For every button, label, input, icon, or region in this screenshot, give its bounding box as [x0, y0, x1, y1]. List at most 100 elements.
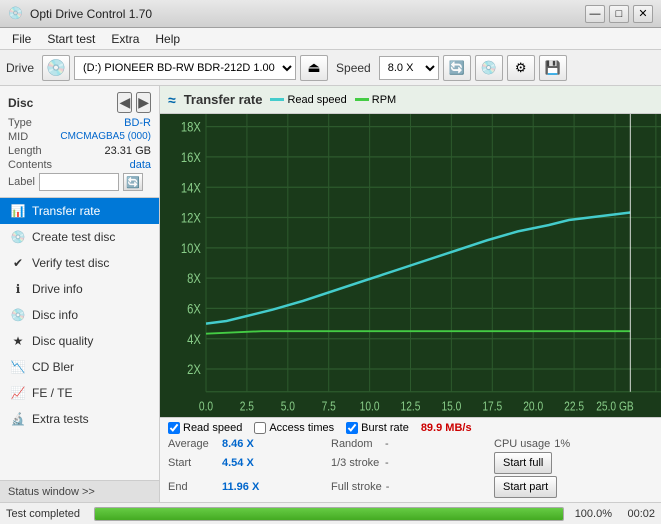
mid-key: MID: [8, 131, 28, 143]
drive-icon-button[interactable]: 💿: [42, 55, 70, 81]
access-times-checkbox[interactable]: [254, 422, 266, 434]
menu-help[interactable]: Help: [147, 30, 188, 48]
svg-text:20.0: 20.0: [523, 401, 543, 414]
minimize-button[interactable]: —: [585, 5, 605, 23]
status-window-bar[interactable]: Status window >>: [0, 480, 159, 502]
stats-grid: Average 8.46 X Random - CPU usage 1% Sta…: [168, 438, 653, 498]
read-speed-checkbox[interactable]: [168, 422, 180, 434]
chart-title: Transfer rate: [184, 92, 263, 107]
legend-rpm-color: [355, 98, 369, 101]
type-val: BD-R: [124, 117, 151, 129]
burst-rate-value: 89.9 MB/s: [421, 422, 472, 434]
status-text: Test completed: [6, 508, 86, 520]
random-label: Random: [331, 438, 381, 450]
cpu-row: CPU usage 1%: [494, 438, 653, 450]
read-speed-checkbox-item: Read speed: [168, 422, 242, 434]
full-stroke-val: -: [386, 481, 390, 493]
label-key: Label: [8, 176, 35, 188]
svg-text:4X: 4X: [187, 332, 201, 347]
menubar: File Start test Extra Help: [0, 28, 661, 50]
cd-bler-icon: 📉: [10, 359, 26, 375]
random-row: Random -: [331, 438, 490, 450]
legend-read-speed: Read speed: [270, 94, 346, 106]
stroke1-row: 1/3 stroke -: [331, 452, 490, 474]
label-refresh-button[interactable]: 🔄: [123, 173, 143, 191]
burst-rate-checkbox-item: Burst rate: [346, 422, 409, 434]
disc-length-row: Length 23.31 GB: [8, 145, 151, 157]
end-row: End 11.96 X: [168, 476, 327, 498]
end-val: 11.96 X: [222, 481, 259, 493]
content-area: ≈ Transfer rate Read speed RPM: [160, 86, 661, 502]
disc-panel: Disc ◀ ▶ Type BD-R MID CMCMAGBA5 (000) L…: [0, 86, 159, 198]
disc-type-row: Type BD-R: [8, 117, 151, 129]
save-button[interactable]: 💾: [539, 55, 567, 81]
start-part-button[interactable]: Start part: [494, 476, 557, 498]
nav-create-test-disc[interactable]: 💿 Create test disc: [0, 224, 159, 250]
svg-text:15.0: 15.0: [441, 401, 461, 414]
chart-area: 18X 16X 14X 12X 10X 8X 6X 4X 2X 0.0 2.5 …: [160, 114, 661, 417]
random-val: -: [385, 438, 389, 450]
start-val: 4.54 X: [222, 457, 254, 469]
nav-drive-info[interactable]: ℹ Drive info: [0, 276, 159, 302]
svg-text:12X: 12X: [181, 210, 202, 225]
close-button[interactable]: ✕: [633, 5, 653, 23]
menu-start-test[interactable]: Start test: [39, 30, 103, 48]
cpu-val: 1%: [554, 438, 570, 450]
disc-button[interactable]: 💿: [475, 55, 503, 81]
nav-cd-bler[interactable]: 📉 CD Bler: [0, 354, 159, 380]
drive-label: Drive: [6, 61, 34, 75]
svg-text:10X: 10X: [181, 241, 202, 256]
transfer-rate-icon: 📊: [10, 203, 26, 219]
speed-select[interactable]: 8.0 X: [379, 56, 439, 80]
settings-button[interactable]: ⚙: [507, 55, 535, 81]
svg-text:22.5: 22.5: [564, 401, 584, 414]
svg-text:25.0 GB: 25.0 GB: [596, 401, 634, 414]
nav-items: 📊 Transfer rate 💿 Create test disc ✔ Ver…: [0, 198, 159, 480]
disc-next-button[interactable]: ▶: [136, 92, 151, 113]
drive-select[interactable]: (D:) PIONEER BD-RW BDR-212D 1.00: [74, 56, 296, 80]
extra-tests-icon: 🔬: [10, 411, 26, 427]
create-test-icon: 💿: [10, 229, 26, 245]
speed-label: Speed: [336, 61, 371, 75]
type-key: Type: [8, 117, 32, 129]
svg-text:17.5: 17.5: [482, 401, 502, 414]
disc-mid-row: MID CMCMAGBA5 (000): [8, 131, 151, 143]
svg-text:2X: 2X: [187, 362, 201, 377]
average-val: 8.46 X: [222, 438, 254, 450]
maximize-button[interactable]: □: [609, 5, 629, 23]
nav-transfer-rate[interactable]: 📊 Transfer rate: [0, 198, 159, 224]
legend-rpm-label: RPM: [372, 94, 396, 106]
menu-extra[interactable]: Extra: [103, 30, 147, 48]
disc-prev-button[interactable]: ◀: [117, 92, 132, 113]
nav-extra-tests[interactable]: 🔬 Extra tests: [0, 406, 159, 432]
burst-rate-checkbox[interactable]: [346, 422, 358, 434]
menu-file[interactable]: File: [4, 30, 39, 48]
label-input[interactable]: [39, 173, 119, 191]
progress-bar-container: [94, 507, 564, 521]
time-text: 00:02: [620, 508, 655, 520]
nav-disc-info[interactable]: 💿 Disc info: [0, 302, 159, 328]
fe-te-icon: 📈: [10, 385, 26, 401]
checkboxes-row: Read speed Access times Burst rate 89.9 …: [168, 422, 653, 434]
burst-rate-cb-label: Burst rate: [361, 422, 409, 434]
svg-text:0.0: 0.0: [199, 401, 213, 414]
toolbar: Drive 💿 (D:) PIONEER BD-RW BDR-212D 1.00…: [0, 50, 661, 86]
nav-disc-quality[interactable]: ★ Disc quality: [0, 328, 159, 354]
legend-rpm: RPM: [355, 94, 396, 106]
full-stroke-row: Full stroke -: [331, 476, 490, 498]
start-full-button[interactable]: Start full: [494, 452, 552, 474]
bottom-bar: Test completed 100.0% 00:02: [0, 502, 661, 524]
main-container: Disc ◀ ▶ Type BD-R MID CMCMAGBA5 (000) L…: [0, 86, 661, 502]
chart-svg: 18X 16X 14X 12X 10X 8X 6X 4X 2X 0.0 2.5 …: [160, 114, 661, 417]
disc-contents-row: Contents data: [8, 159, 151, 171]
legend-read-label: Read speed: [287, 94, 346, 106]
average-row: Average 8.46 X: [168, 438, 327, 450]
svg-text:5.0: 5.0: [281, 401, 295, 414]
refresh-button[interactable]: 🔄: [443, 55, 471, 81]
nav-verify-test-disc[interactable]: ✔ Verify test disc: [0, 250, 159, 276]
stroke1-label: 1/3 stroke: [331, 457, 381, 469]
verify-test-icon: ✔: [10, 255, 26, 271]
eject-button[interactable]: ⏏: [300, 55, 328, 81]
read-speed-cb-label: Read speed: [183, 422, 242, 434]
nav-fe-te[interactable]: 📈 FE / TE: [0, 380, 159, 406]
